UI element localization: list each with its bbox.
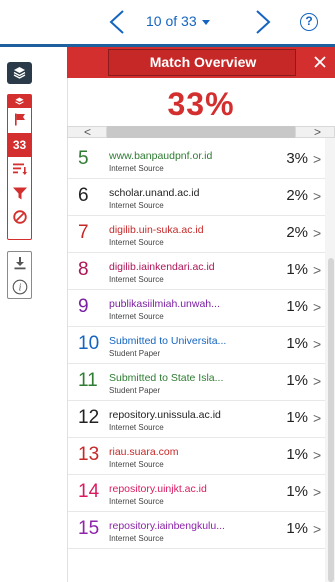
list-item[interactable]: 14 repository.uinjkt.ac.id Internet Source…	[68, 475, 325, 512]
source-rank: 12	[78, 407, 100, 428]
source-percent: 1%	[286, 335, 308, 352]
source-name[interactable]: riau.suara.com	[109, 446, 264, 458]
overall-similarity-percent: 33%	[167, 86, 235, 122]
panel-title-box: Match Overview	[108, 49, 296, 76]
layers-button[interactable]	[7, 62, 32, 84]
source-rank: 5	[78, 148, 89, 169]
source-name[interactable]: repository.uinjkt.ac.id	[109, 483, 264, 495]
match-counter-dropdown[interactable]: 10 of 33	[146, 13, 210, 29]
document-toolbar: i	[7, 251, 32, 299]
filter-icon[interactable]	[8, 183, 31, 203]
source-type: Student Paper	[109, 349, 161, 358]
source-percent: 1%	[286, 483, 308, 500]
match-overview-header: Match Overview	[67, 47, 335, 78]
chevron-right-icon[interactable]: >	[313, 225, 321, 241]
source-type: Internet Source	[109, 164, 164, 173]
sort-icon[interactable]	[8, 159, 31, 179]
source-percent: 2%	[286, 187, 308, 204]
source-name[interactable]: publikasiilmiah.unwah...	[109, 298, 264, 310]
source-rank: 10	[78, 333, 100, 354]
top-navigation: 10 of 33 ?	[0, 0, 335, 44]
exclude-icon[interactable]	[8, 207, 31, 229]
source-name[interactable]: repository.iainbengkulu...	[109, 520, 264, 532]
list-item[interactable]: 13 riau.suara.com Internet Source 1% >	[68, 438, 325, 475]
list-item[interactable]: 8 digilib.iainkendari.ac.id Internet Sourc…	[68, 253, 325, 290]
chevron-right-icon[interactable]: >	[313, 484, 321, 500]
source-percent: 3%	[286, 150, 308, 167]
chevron-right-icon[interactable]: >	[313, 447, 321, 463]
list-item[interactable]: 11 Submitted to State Isla... Student Pape…	[68, 364, 325, 401]
scroll-left-button[interactable]: <	[67, 125, 107, 139]
source-type: Internet Source	[109, 497, 164, 506]
close-icon[interactable]	[311, 53, 329, 71]
list-item[interactable]: 9 publikasiilmiah.unwah... Internet Source…	[68, 290, 325, 327]
source-percent: 2%	[286, 224, 308, 241]
svg-text:i: i	[19, 283, 22, 294]
source-rank: 14	[78, 481, 100, 502]
chevron-right-icon[interactable]: >	[313, 373, 321, 389]
chevron-right-icon: >	[314, 125, 322, 139]
chevron-right-icon[interactable]: >	[313, 336, 321, 352]
source-rank: 11	[78, 370, 98, 391]
source-rank: 6	[78, 185, 89, 206]
layers-small-icon[interactable]	[8, 95, 31, 108]
chevron-right-icon[interactable]: >	[313, 521, 321, 537]
source-type: Internet Source	[109, 275, 164, 284]
match-source-list: 5 www.banpaudpnf.or.id Internet Source 3% >6…	[68, 142, 325, 549]
source-name[interactable]: scholar.unand.ac.id	[109, 187, 264, 199]
chevron-right-icon[interactable]: >	[313, 410, 321, 426]
source-type: Student Paper	[109, 386, 161, 395]
source-type: Internet Source	[109, 423, 164, 432]
next-match-icon[interactable]	[250, 8, 276, 36]
download-icon[interactable]	[8, 253, 31, 274]
chevron-left-icon: <	[84, 125, 92, 139]
chevron-right-icon[interactable]: >	[313, 299, 321, 315]
source-rank: 15	[78, 518, 100, 539]
list-item[interactable]: 5 www.banpaudpnf.or.id Internet Source 3% >	[68, 142, 325, 179]
horizontal-scrollbar[interactable]: < >	[67, 125, 335, 139]
source-rank: 7	[78, 222, 89, 243]
source-type: Internet Source	[109, 201, 164, 210]
list-item[interactable]: 10 Submitted to Universita... Student Pape…	[68, 327, 325, 364]
source-percent: 1%	[286, 446, 308, 463]
match-counter-label: 10 of 33	[146, 13, 197, 29]
vertical-scroll-thumb[interactable]	[328, 258, 334, 582]
info-icon[interactable]: i	[8, 277, 31, 298]
list-item[interactable]: 7 digilib.uin-suka.ac.id Internet Source 2%…	[68, 216, 325, 253]
match-count-badge[interactable]: 33	[8, 133, 31, 157]
source-rank: 9	[78, 296, 89, 317]
source-percent: 1%	[286, 520, 308, 537]
source-type: Internet Source	[109, 238, 164, 247]
source-name[interactable]: Submitted to State Isla...	[109, 372, 264, 384]
source-rank: 8	[78, 259, 89, 280]
similarity-toolbar: 33	[7, 94, 32, 240]
chevron-right-icon[interactable]: >	[313, 188, 321, 204]
caret-down-icon	[201, 19, 210, 25]
chevron-right-icon[interactable]: >	[313, 151, 321, 167]
chevron-right-icon[interactable]: >	[313, 262, 321, 278]
list-item[interactable]: 15 repository.iainbengkulu... Internet Sou…	[68, 512, 325, 549]
list-item[interactable]: 12 repository.unissula.ac.id Internet Sour…	[68, 401, 325, 438]
list-item[interactable]: 6 scholar.unand.ac.id Internet Source 2% >	[68, 179, 325, 216]
scroll-right-button[interactable]: >	[295, 125, 335, 139]
source-rank: 13	[78, 444, 100, 465]
source-type: Internet Source	[109, 460, 164, 469]
help-icon[interactable]: ?	[300, 13, 318, 31]
flag-icon[interactable]	[8, 110, 31, 130]
source-name[interactable]: repository.unissula.ac.id	[109, 409, 264, 421]
source-percent: 1%	[286, 298, 308, 315]
source-name[interactable]: digilib.iainkendari.ac.id	[109, 261, 264, 273]
source-name[interactable]: digilib.uin-suka.ac.id	[109, 224, 264, 236]
source-percent: 1%	[286, 409, 308, 426]
source-name[interactable]: www.banpaudpnf.or.id	[109, 150, 264, 162]
layers-icon	[13, 67, 26, 79]
previous-match-icon[interactable]	[104, 8, 130, 36]
source-type: Internet Source	[109, 312, 164, 321]
source-percent: 1%	[286, 372, 308, 389]
panel-title: Match Overview	[149, 54, 257, 70]
source-name[interactable]: Submitted to Universita...	[109, 335, 264, 347]
source-percent: 1%	[286, 261, 308, 278]
source-type: Internet Source	[109, 534, 164, 543]
